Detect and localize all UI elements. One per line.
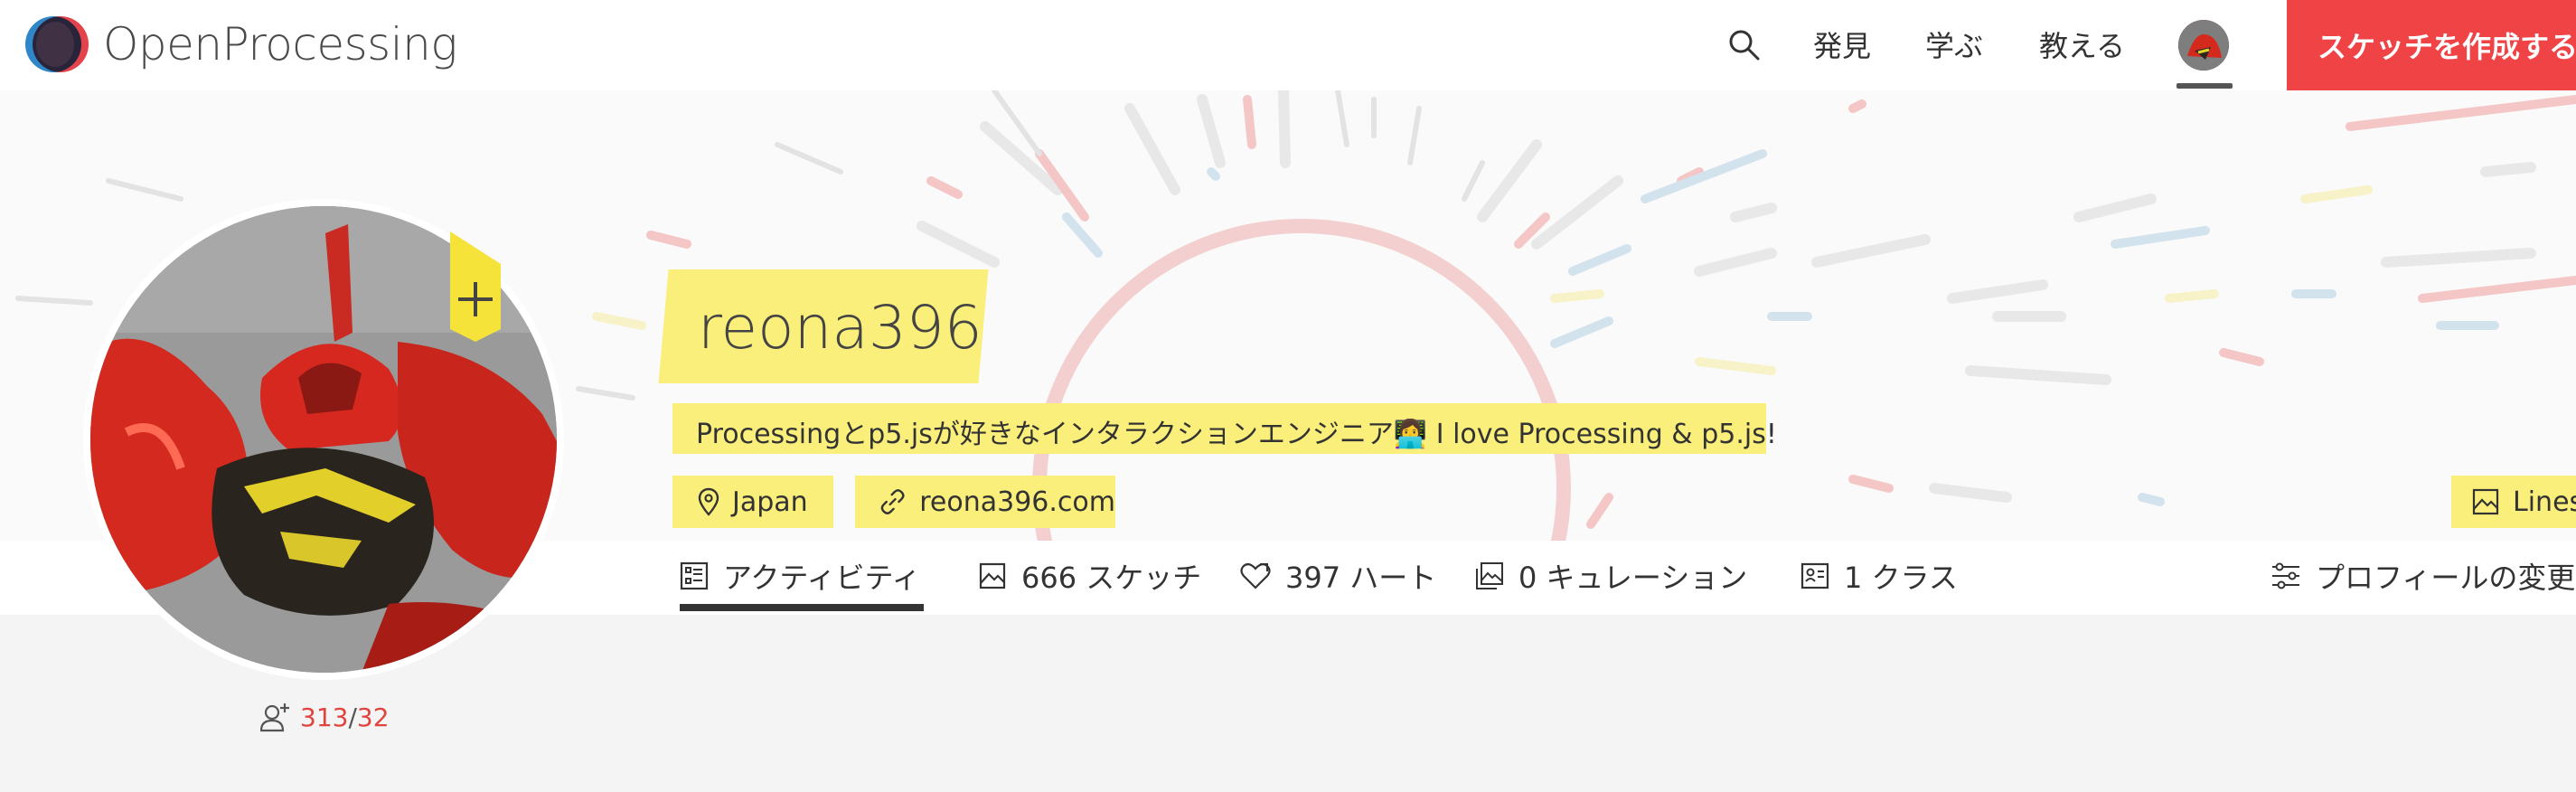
activity-icon bbox=[680, 561, 709, 590]
tab-activity-label: アクティビティ bbox=[723, 561, 921, 595]
following-count[interactable]: 32 bbox=[357, 702, 390, 732]
link-icon bbox=[880, 489, 905, 514]
class-icon bbox=[1800, 562, 1829, 589]
tab-hearts[interactable]: 397 ハート bbox=[1240, 553, 1436, 599]
follow-stats[interactable]: 313/32 bbox=[260, 702, 390, 732]
create-sketch-button[interactable]: スケッチを作成する bbox=[2287, 0, 2576, 90]
location-pin-icon bbox=[698, 487, 719, 516]
follow-button[interactable] bbox=[450, 231, 501, 342]
active-nav-indicator bbox=[2176, 83, 2233, 89]
nav-discover-link[interactable]: 発見 bbox=[1813, 24, 1871, 65]
username-highlight: reona396 bbox=[658, 269, 989, 383]
pinned-sketch-chip[interactable]: Lines bbox=[2451, 476, 2576, 528]
website-link[interactable]: reona396.com bbox=[855, 476, 1115, 528]
website-text[interactable]: reona396.com bbox=[919, 486, 1115, 518]
tab-classes[interactable]: 1 クラス bbox=[1800, 553, 1958, 599]
bio-highlight: Processingとp5.jsが好きなインタラクションエンジニア👩‍💻 I l… bbox=[672, 403, 1777, 454]
tab-curations-label: 0 キュレーション bbox=[1518, 561, 1748, 595]
top-navigation: OpenProcessing 発見 学ぶ 教える スケッチを作成する bbox=[0, 0, 2576, 90]
bio-text: Processingとp5.jsが好きなインタラクションエンジニア👩‍💻 I l… bbox=[696, 419, 1777, 450]
sliders-icon bbox=[2272, 562, 2299, 589]
tab-classes-label: 1 クラス bbox=[1844, 561, 1958, 595]
heart-icon bbox=[1240, 562, 1271, 589]
nav-teach-link[interactable]: 教える bbox=[2039, 24, 2125, 65]
tab-activity[interactable]: アクティビティ bbox=[680, 553, 921, 599]
add-user-icon bbox=[260, 703, 289, 732]
followers-count[interactable]: 313 bbox=[300, 702, 348, 732]
edit-profile-button[interactable]: プロフィールの変更 bbox=[2270, 553, 2575, 599]
location-text: Japan bbox=[732, 486, 808, 518]
plus-icon bbox=[450, 231, 501, 342]
search-icon[interactable] bbox=[1726, 27, 1763, 63]
sketch-icon bbox=[979, 562, 1006, 589]
pinned-sketch-label: Lines bbox=[2513, 486, 2576, 518]
tab-sketches-label: 666 スケッチ bbox=[1021, 561, 1202, 595]
sketch-icon bbox=[2472, 488, 2499, 515]
logo-text: OpenProcessing bbox=[103, 18, 457, 71]
tab-curations[interactable]: 0 キュレーション bbox=[1475, 553, 1747, 599]
tab-sketches[interactable]: 666 スケッチ bbox=[978, 553, 1201, 599]
openprocessing-logo-icon bbox=[25, 14, 90, 74]
user-avatar-icon[interactable] bbox=[2178, 20, 2229, 71]
follow-separator: / bbox=[348, 702, 357, 732]
location-chip: Japan bbox=[672, 476, 833, 528]
curation-icon bbox=[1476, 562, 1503, 589]
edit-profile-label: プロフィールの変更 bbox=[2316, 561, 2576, 595]
tab-hearts-label: 397 ハート bbox=[1285, 561, 1437, 595]
username: reona396 bbox=[697, 293, 982, 363]
nav-learn-link[interactable]: 学ぶ bbox=[1925, 24, 1983, 65]
active-tab-indicator bbox=[680, 604, 924, 611]
logo-link[interactable]: OpenProcessing bbox=[25, 14, 457, 74]
